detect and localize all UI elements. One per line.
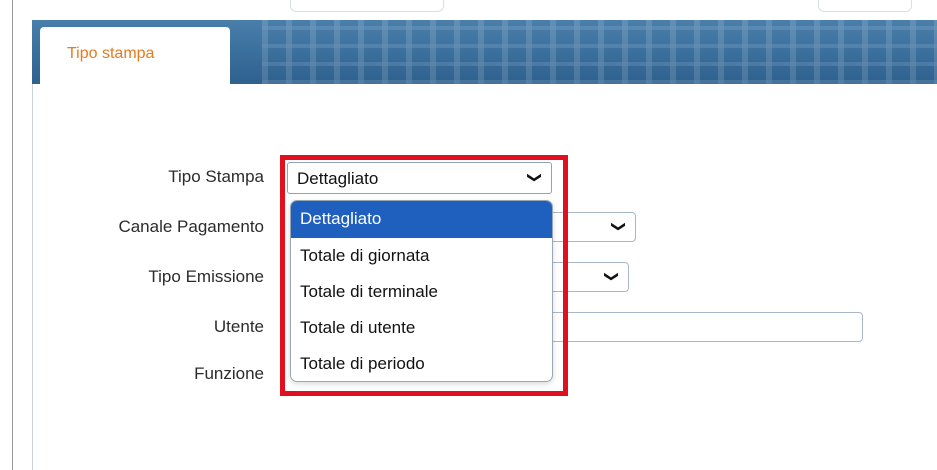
chevron-down-icon: ❯ — [604, 270, 621, 283]
tab-label: Tipo stampa — [67, 45, 155, 62]
tab-tipo-stampa[interactable]: Tipo stampa — [40, 27, 230, 85]
tipo-stampa-label: Tipo Stampa — [168, 167, 264, 186]
chevron-down-icon: ❯ — [611, 220, 628, 233]
funzione-label: Funzione — [194, 364, 264, 383]
canale-pagamento-label: Canale Pagamento — [118, 217, 264, 236]
utente-input[interactable] — [540, 312, 863, 342]
window-left-border — [12, 0, 13, 470]
utente-label: Utente — [213, 317, 264, 336]
highlight-annotation — [280, 155, 568, 396]
header-pattern — [262, 20, 937, 84]
top-partial-field — [290, 0, 444, 12]
top-partial-field — [818, 0, 912, 12]
tipo-emissione-label: Tipo Emissione — [148, 267, 264, 286]
